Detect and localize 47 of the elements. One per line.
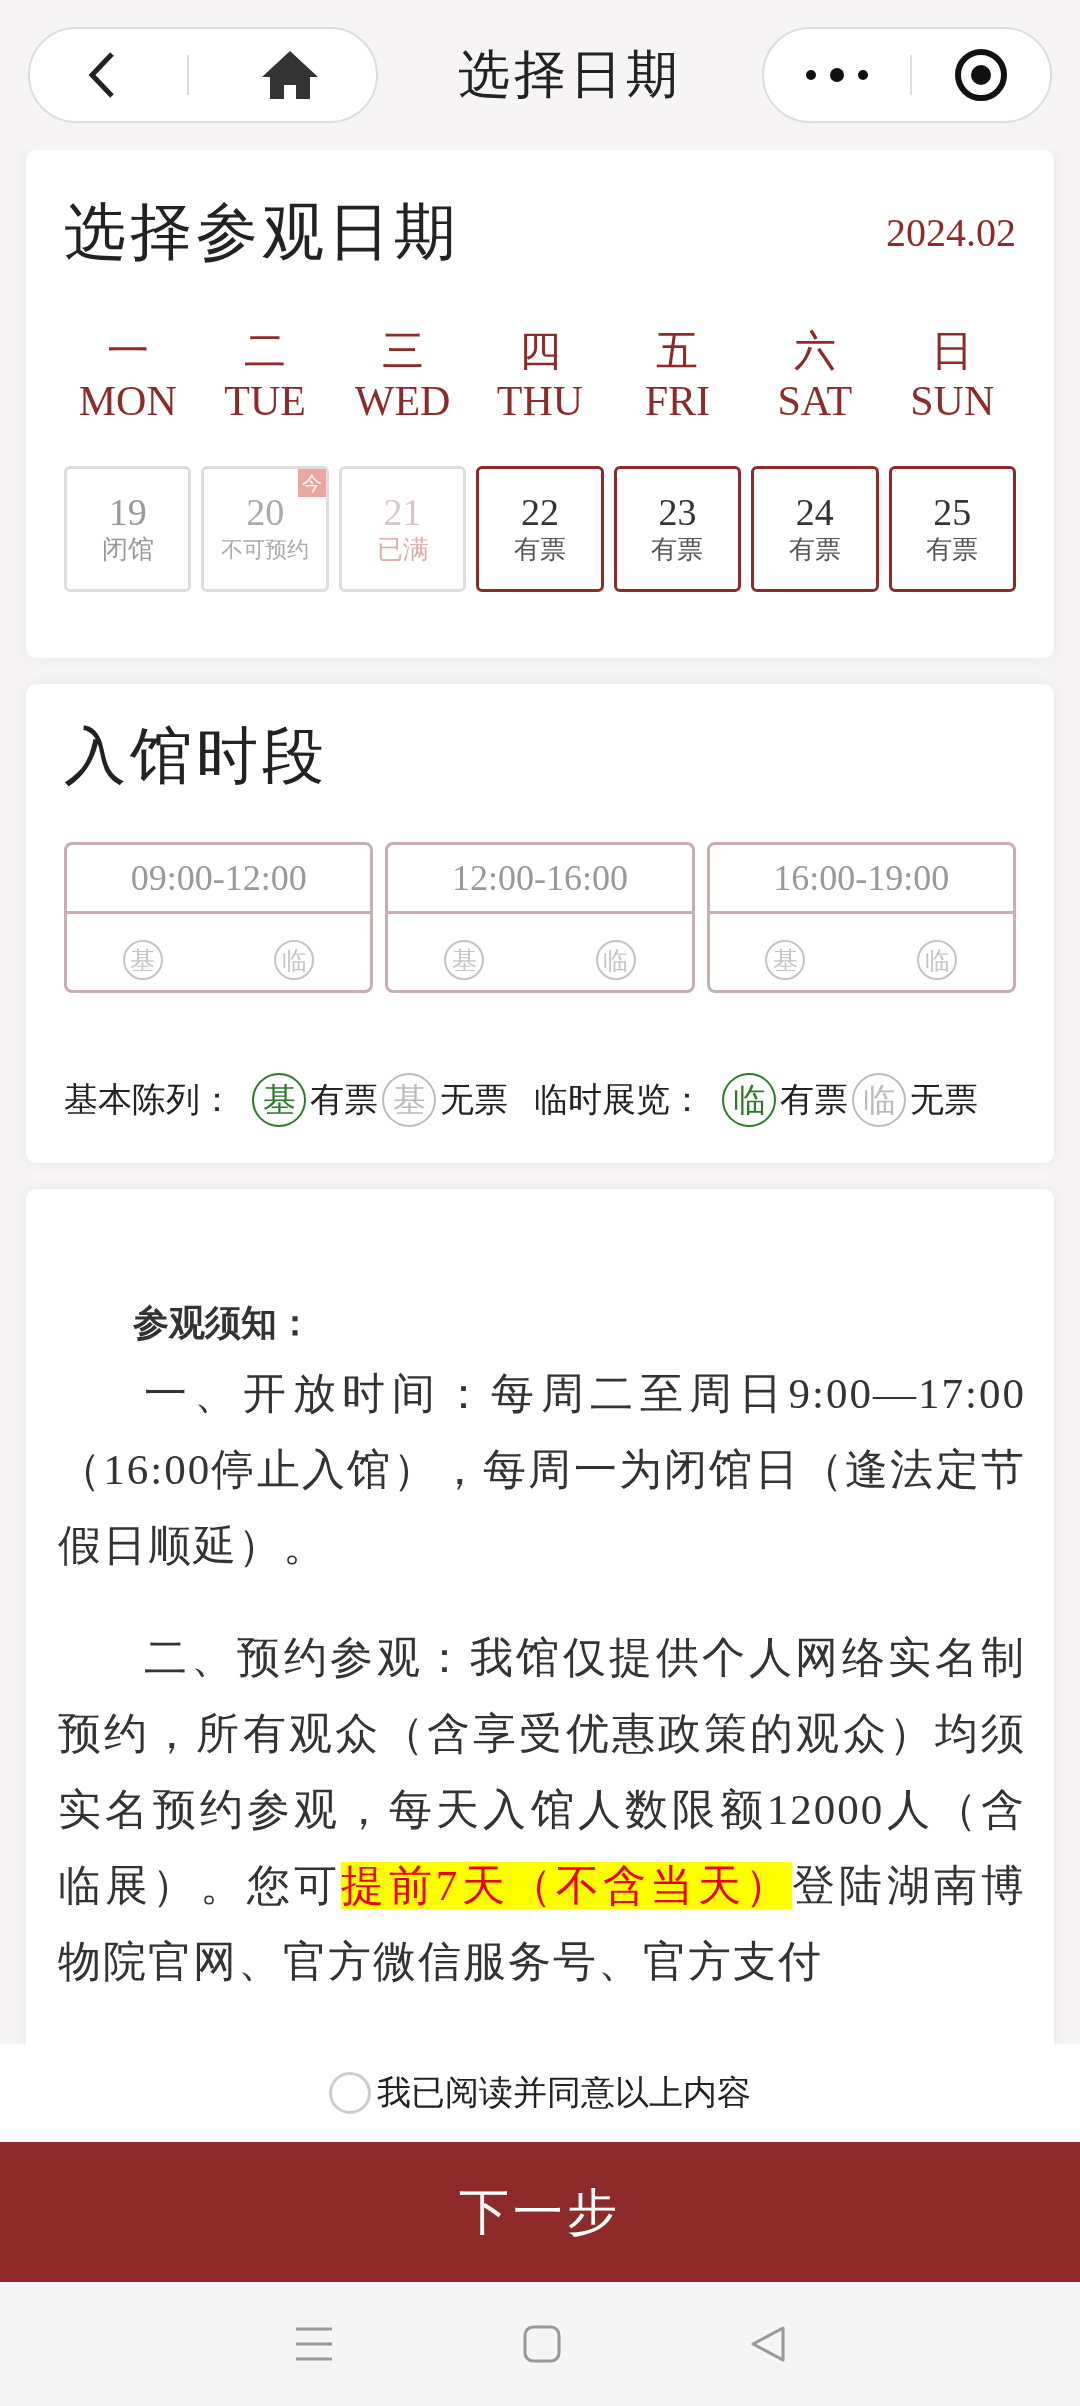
weekday-label: THU [496,377,584,426]
ticket-badge: 基 [252,1073,306,1127]
close-icon[interactable] [953,47,1010,103]
ticket-badge: 基 [444,940,485,980]
legend-label: 基本陈列： [64,1080,234,1120]
legend-text: 无票 [440,1080,508,1120]
weekday-label: 三 [381,327,424,376]
ticket-badge: 临 [274,940,315,980]
legend-label: 临时展览： [534,1080,704,1120]
ticket-badge: 临 [917,940,958,980]
notice-paragraph: 二、预约参观：我馆仅提供个人网络实名制预约，所有观众（含享受优惠政策的观众）均须实名预约参观，每天入馆人数限额12000人（含临展）。您可提前7天（不含当天）登陆湖南博物院官网、官方微信服务号、官方支付 [58,1633,1026,1987]
date-cell[interactable]: 22 有票 [476,466,604,592]
weekday-label: TUE [224,377,306,426]
weekday-label: WED [354,377,451,426]
menu-icon[interactable] [294,2326,335,2362]
section-title: 选择参观日期 [64,197,460,268]
legend-text: 有票 [780,1080,848,1120]
notice-title: 参观须知： [132,1302,314,1345]
weekday-label: 日 [931,327,974,376]
today-badge: 今 [297,469,326,497]
weekday-label: FRI [644,377,711,426]
legend-text: 有票 [310,1080,378,1120]
ticket-badge: 基 [765,940,806,980]
ticket-badge: 临 [852,1073,906,1127]
ticket-badge: 临 [722,1073,776,1127]
weekday-label: SUN [910,377,995,426]
weekday-label: 五 [656,327,699,376]
date-cell[interactable]: 25 有票 [888,466,1016,592]
section-title: 入馆时段 [64,721,329,792]
weekday-label: 一 [106,327,149,376]
weekday-label: MON [78,377,177,426]
ticket-badge: 临 [595,940,636,980]
agree-checkbox[interactable]: 我已阅读并同意以上内容 [0,2044,1080,2142]
next-button[interactable]: 下一步 [0,2142,1080,2282]
legend-text: 无票 [910,1080,978,1120]
weekday-label: 六 [793,327,836,376]
weekday-label: 二 [244,327,287,376]
ticket-badge: 基 [382,1073,436,1127]
more-icon[interactable] [804,67,869,83]
month-label: 2024.02 [886,208,1016,256]
date-cell[interactable]: 23 有票 [613,466,742,592]
page-title: 选择日期 [458,45,682,105]
weekday-label: SAT [777,377,853,426]
date-cell[interactable]: 24 有票 [751,466,879,592]
notice-paragraph: 一、开放时间：每周二至周日9:00—17:00（16:00停止入馆），每周一为闭馆日（逢法定节假日顺延）。 [58,1369,1026,1571]
ticket-badge: 基 [122,940,163,980]
weekday-label: 四 [519,327,561,376]
